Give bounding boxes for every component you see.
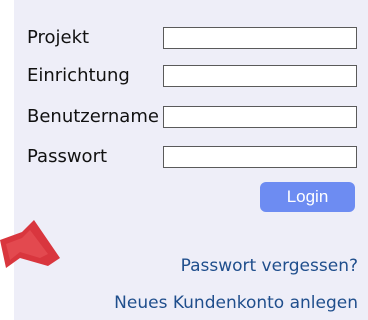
new-account-link[interactable]: Neues Kundenkonto anlegen [114,293,358,313]
label-projekt: Projekt [27,27,90,48]
red-arrow-icon [0,220,60,268]
forgot-password-link[interactable]: Passwort vergessen? [181,256,358,276]
einrichtung-input[interactable] [163,65,357,87]
label-einrichtung: Einrichtung [27,65,130,86]
label-passwort: Passwort [27,146,108,167]
login-button[interactable]: Login [260,182,355,212]
label-benutzername: Benutzername [27,106,159,127]
benutzername-input[interactable] [163,106,357,128]
projekt-input[interactable] [163,27,357,49]
passwort-input[interactable] [163,146,357,168]
